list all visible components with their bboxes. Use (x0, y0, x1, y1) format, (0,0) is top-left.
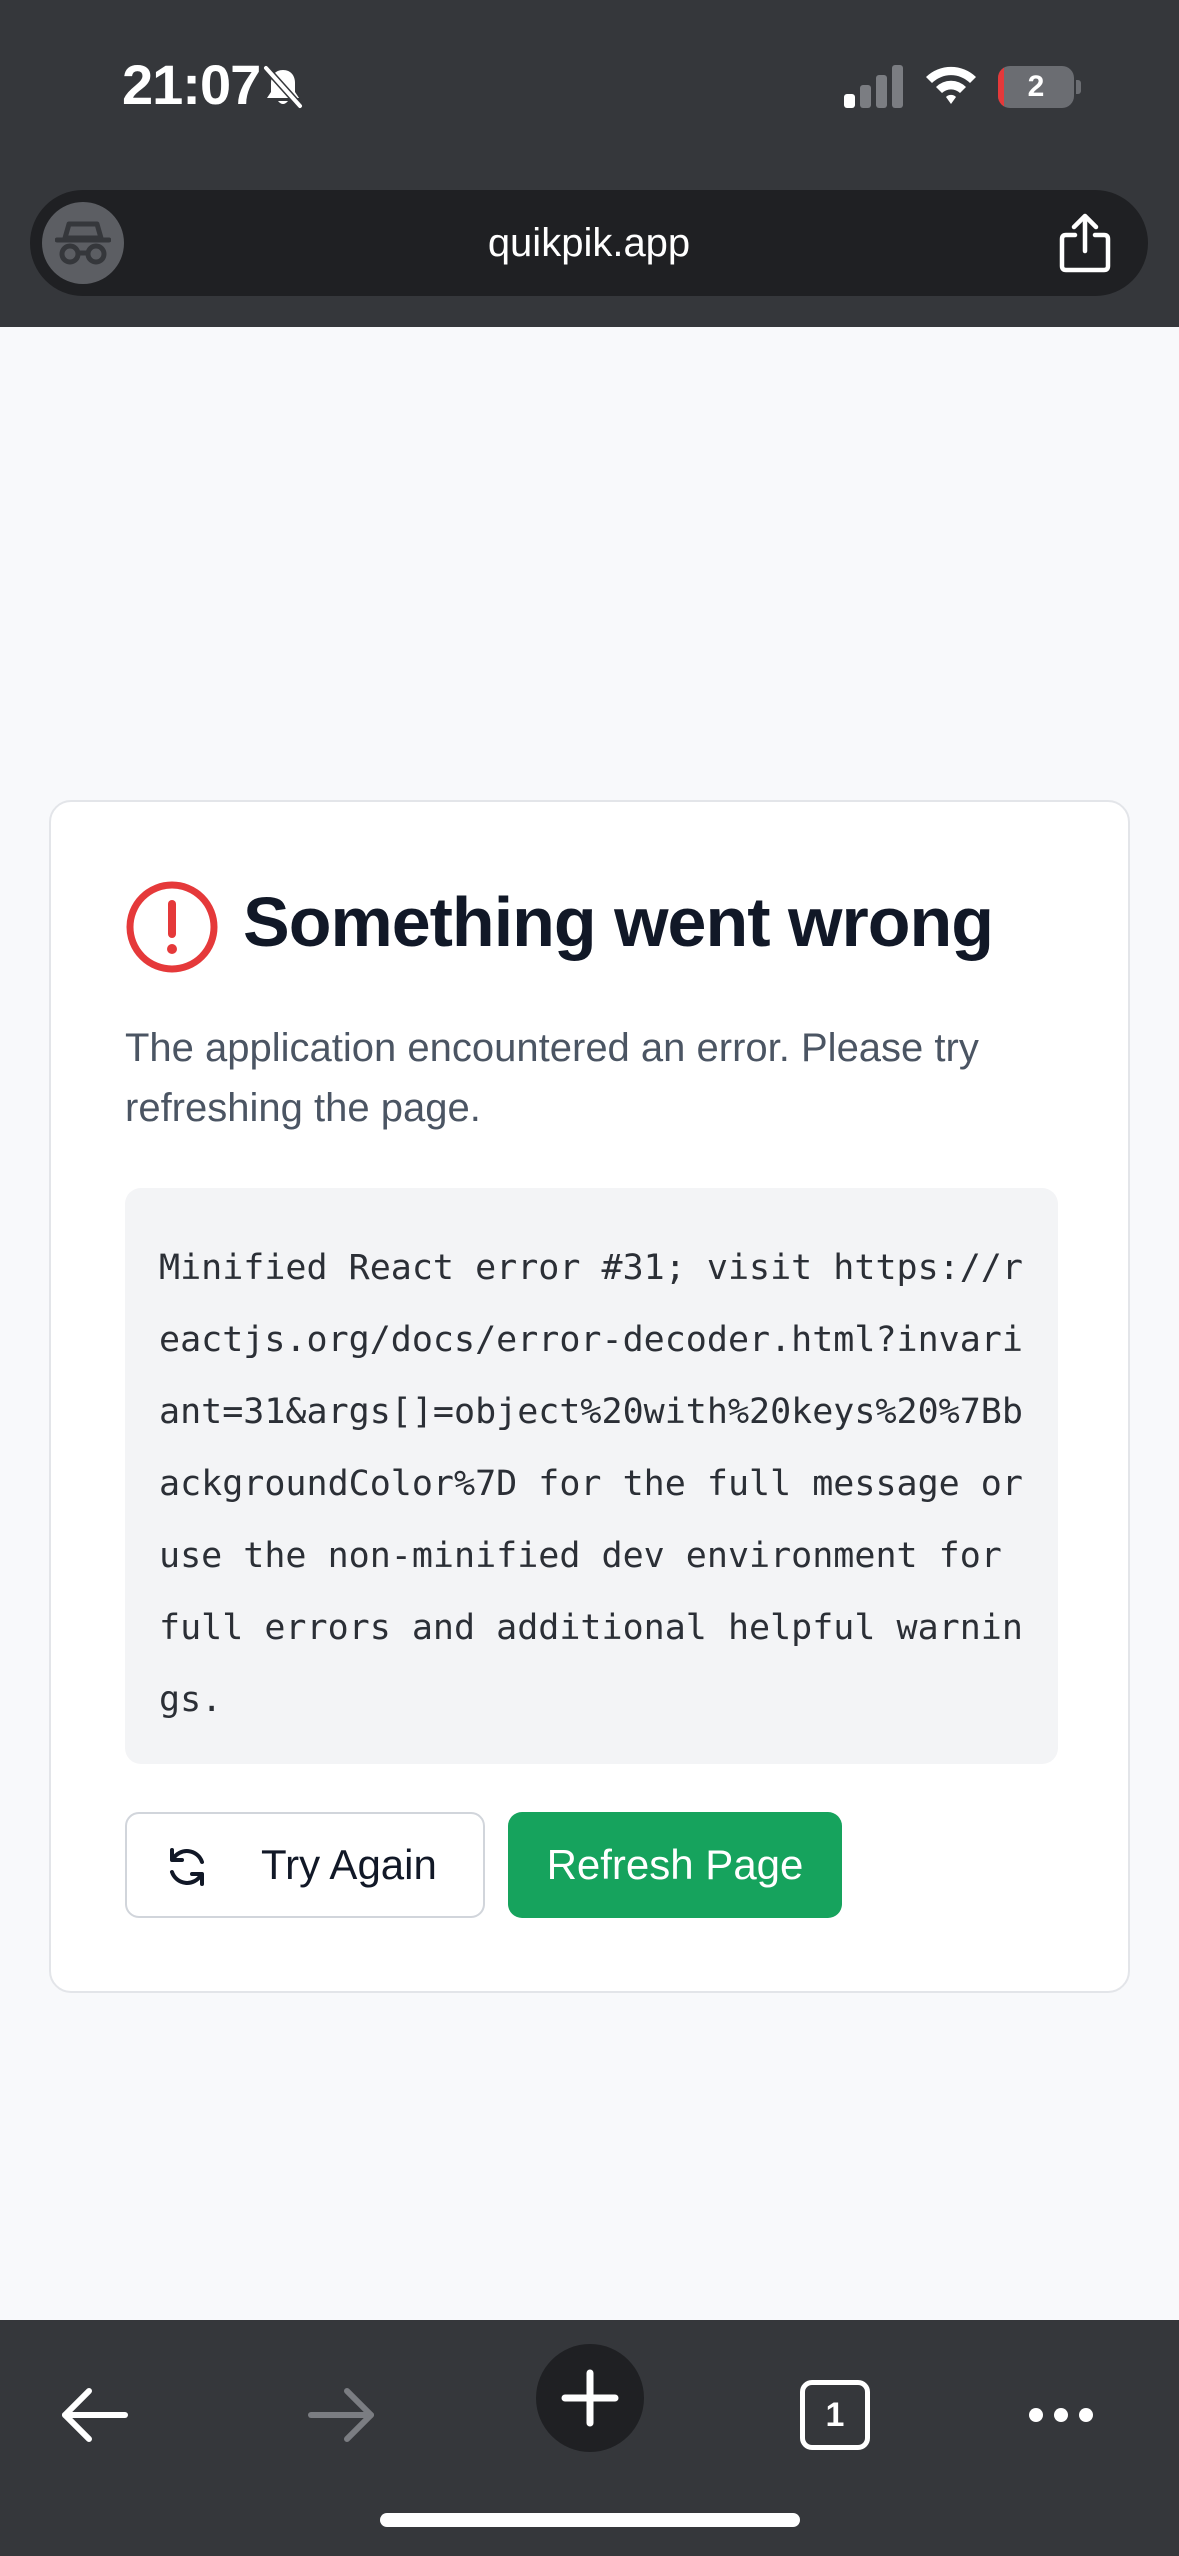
back-arrow-icon (62, 2388, 128, 2442)
browser-top-chrome: 21:07 2 quikpik.app (0, 0, 1179, 327)
battery-nub (1076, 80, 1081, 94)
error-message: The application encountered an error. Pl… (125, 1026, 979, 1130)
url-text: quikpik.app (487, 220, 691, 265)
forward-arrow-icon (308, 2388, 374, 2442)
battery-indicator: 2 (998, 66, 1081, 108)
plus-icon (561, 2369, 619, 2427)
battery-icon: 2 (998, 66, 1074, 108)
error-detail-text: Minified React error #31; visit https://… (159, 1248, 1045, 1720)
error-title: Something went wrong (243, 883, 994, 961)
try-again-button[interactable]: Try Again (125, 1812, 485, 1918)
share-button[interactable] (1050, 208, 1120, 278)
share-icon (1059, 213, 1111, 273)
back-button[interactable] (40, 2360, 150, 2470)
address-bar[interactable]: quikpik.app (30, 190, 1148, 296)
status-time: 21:07 (122, 53, 261, 116)
more-icon (1029, 2408, 1093, 2422)
try-again-label: Try Again (261, 1841, 437, 1888)
error-card: Something went wrong The application enc… (49, 800, 1130, 1993)
battery-level: 2 (1027, 70, 1045, 103)
tabs-button[interactable]: 1 (780, 2360, 890, 2470)
refresh-page-button[interactable]: Refresh Page (508, 1812, 842, 1918)
bell-slash-icon (263, 65, 303, 109)
new-tab-button[interactable] (536, 2344, 644, 2452)
wifi-icon (926, 66, 976, 104)
more-button[interactable] (1006, 2360, 1116, 2470)
home-indicator[interactable] (380, 2513, 800, 2527)
forward-button[interactable] (286, 2360, 396, 2470)
refresh-icon (170, 1848, 204, 1886)
error-detail-box: Minified React error #31; visit https://… (125, 1188, 1058, 1764)
cellular-signal-icon (844, 65, 903, 108)
alert-circle-icon (126, 881, 218, 973)
tab-count: 1 (800, 2380, 870, 2450)
